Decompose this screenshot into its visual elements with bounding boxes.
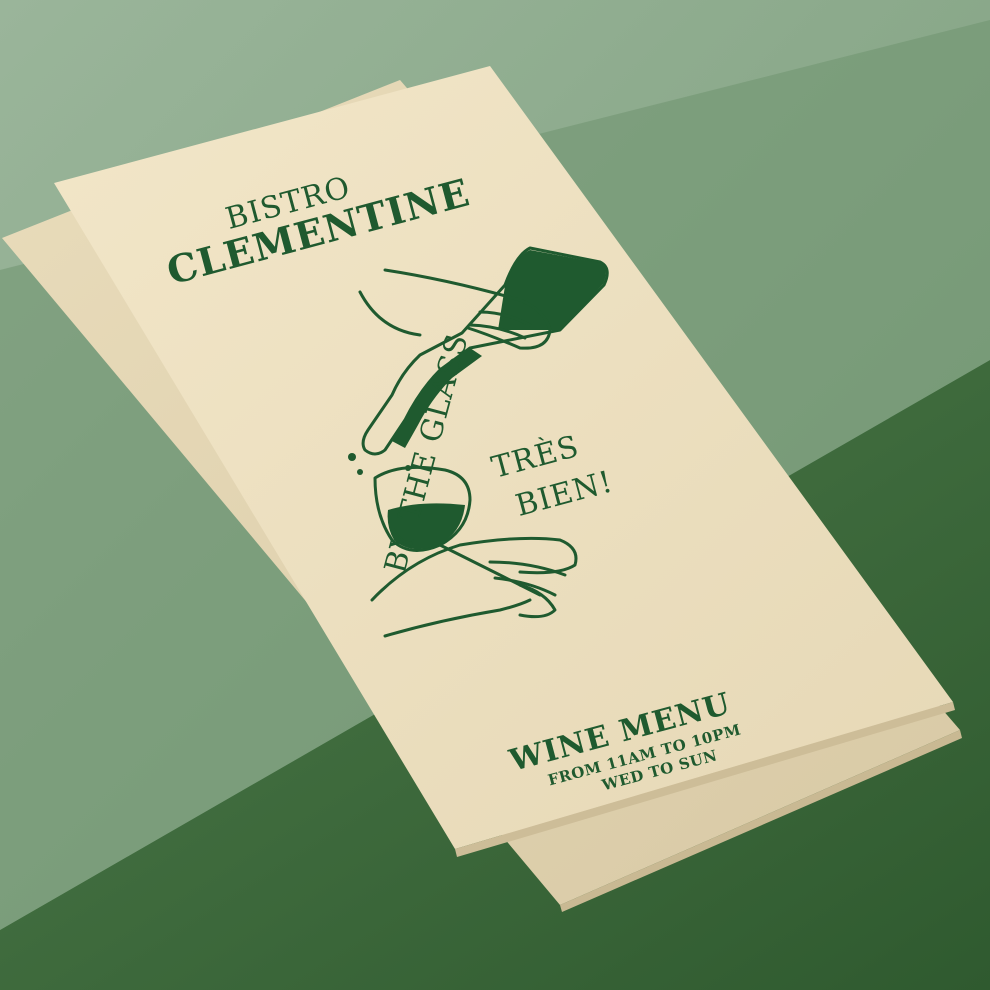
scene: BISTRO CLEMENTINE BY THE GLASS TRÈS BIEN… bbox=[0, 0, 990, 990]
background-svg bbox=[0, 0, 990, 990]
wine-splash bbox=[348, 453, 356, 461]
